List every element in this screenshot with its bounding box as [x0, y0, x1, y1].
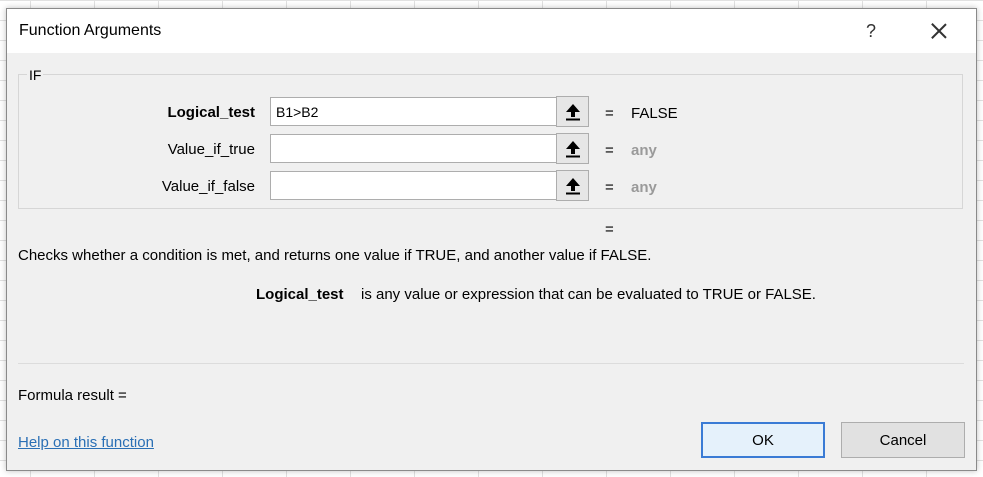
collapse-ref-icon: [566, 141, 580, 158]
help-on-function-link[interactable]: Help on this function: [18, 434, 154, 451]
value-if-true-ref-button[interactable]: [556, 133, 589, 164]
logical-test-label: Logical_test: [167, 104, 255, 121]
cancel-button[interactable]: Cancel: [841, 422, 965, 458]
function-result-equals: =: [605, 221, 614, 238]
function-description: Checks whether a condition is met, and r…: [18, 247, 652, 264]
formula-result: Formula result =: [18, 387, 127, 404]
equals-sign: =: [605, 142, 614, 159]
value-if-false-label: Value_if_false: [161, 178, 255, 195]
dialog-title: Function Arguments: [19, 22, 162, 39]
value-if-false-result: any: [631, 179, 657, 196]
logical-test-ref-button[interactable]: [556, 96, 589, 127]
ok-button[interactable]: OK: [701, 422, 825, 458]
collapse-ref-icon: [566, 178, 580, 195]
divider: [18, 363, 964, 364]
logical-test-input[interactable]: [270, 97, 557, 126]
value-if-true-input[interactable]: [270, 134, 557, 163]
value-if-false-input[interactable]: [270, 171, 557, 200]
help-button[interactable]: ?: [859, 18, 883, 44]
equals-sign: =: [605, 179, 614, 196]
title-bar: Function Arguments ?: [7, 9, 976, 53]
function-name-label: IF: [27, 67, 44, 83]
close-icon[interactable]: [925, 18, 953, 44]
collapse-ref-icon: [566, 104, 580, 121]
function-arguments-dialog: Function Arguments ? IF Logical_test = F…: [6, 8, 977, 471]
argument-description-name: Logical_test: [256, 286, 344, 303]
equals-sign: =: [605, 105, 614, 122]
value-if-true-label: Value_if_true: [167, 141, 255, 158]
logical-test-result: FALSE: [631, 105, 678, 122]
value-if-false-ref-button[interactable]: [556, 170, 589, 201]
argument-description-text: is any value or expression that can be e…: [361, 286, 816, 303]
value-if-true-result: any: [631, 142, 657, 159]
